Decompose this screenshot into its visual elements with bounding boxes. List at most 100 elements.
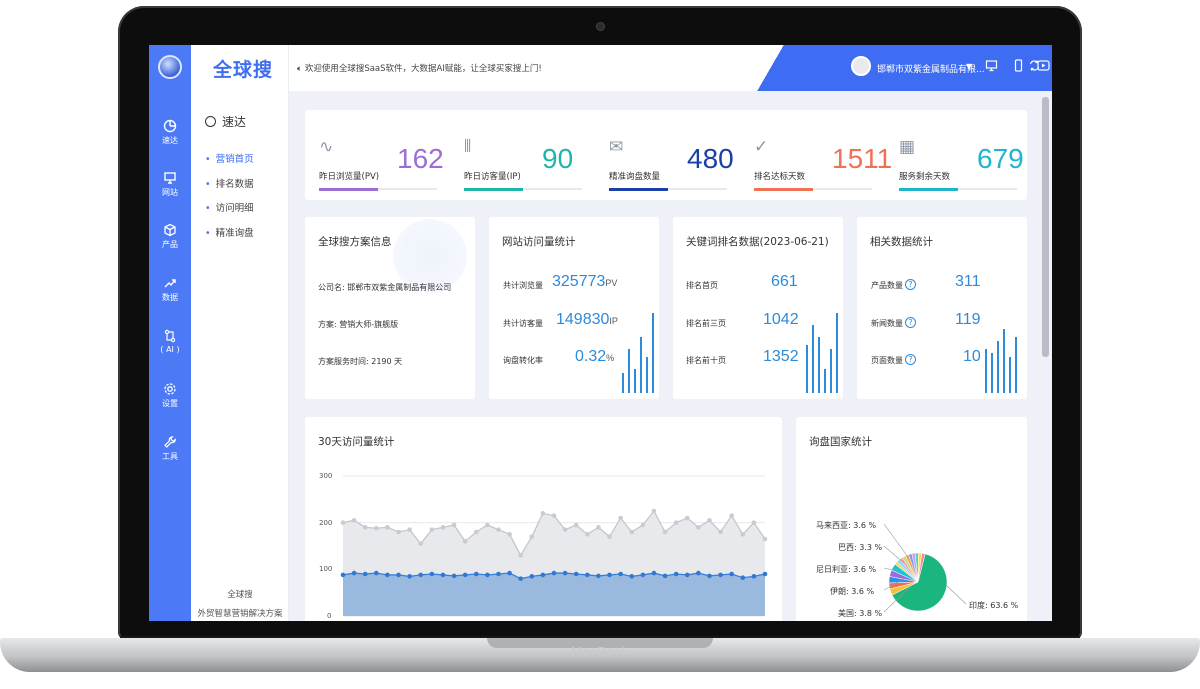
data-point[interactable] [751, 574, 757, 579]
data-point[interactable] [540, 572, 546, 578]
data-point[interactable] [551, 570, 557, 576]
data-point[interactable] [684, 515, 690, 521]
data-point[interactable] [585, 572, 590, 578]
data-point[interactable] [596, 525, 601, 530]
data-point[interactable] [551, 513, 557, 518]
rail-item-product[interactable]: 产品 [149, 223, 191, 250]
rail-item-settings[interactable]: 设置 [149, 382, 191, 409]
help-icon[interactable]: ? [905, 354, 916, 365]
data-point[interactable] [651, 508, 657, 514]
help-icon[interactable]: ? [905, 279, 916, 290]
data-point[interactable] [374, 525, 379, 531]
data-point[interactable] [618, 571, 623, 577]
laptop-frame: MacBook 速达 网站 产品 数据 ( AI ) 设置 工具 全球搜 速达 … [0, 0, 1200, 689]
data-point[interactable] [473, 529, 479, 535]
data-point[interactable] [684, 572, 690, 578]
help-icon[interactable]: ? [905, 317, 916, 328]
data-point[interactable] [429, 527, 435, 532]
avatar[interactable] [851, 56, 871, 76]
data-point[interactable] [496, 571, 501, 577]
data-point[interactable] [640, 572, 646, 578]
data-point[interactable] [729, 513, 734, 518]
data-point[interactable] [651, 570, 657, 576]
data-point[interactable] [696, 570, 701, 576]
data-point[interactable] [440, 525, 446, 530]
monitor-icon[interactable] [984, 59, 998, 73]
mini-bar [634, 369, 636, 393]
scrollbar[interactable] [1042, 97, 1049, 357]
data-point[interactable] [462, 539, 468, 544]
data-point[interactable] [762, 571, 768, 577]
data-point[interactable] [640, 522, 646, 528]
data-point[interactable] [351, 570, 357, 576]
data-point[interactable] [362, 571, 368, 577]
data-point[interactable] [418, 572, 424, 578]
data-point[interactable] [529, 534, 535, 539]
data-point[interactable] [607, 572, 612, 578]
data-point[interactable] [440, 572, 446, 578]
data-point[interactable] [562, 527, 568, 532]
data-point[interactable] [518, 576, 523, 581]
data-point[interactable] [573, 522, 579, 528]
data-point[interactable] [507, 532, 512, 537]
data-point[interactable] [351, 518, 357, 523]
data-point[interactable] [507, 570, 512, 576]
data-point[interactable] [496, 527, 501, 532]
data-point[interactable] [418, 541, 424, 546]
data-point[interactable] [340, 520, 346, 525]
data-point[interactable] [662, 529, 668, 535]
data-point[interactable] [462, 572, 468, 578]
subnav-item-ranking[interactable]: 排名数据 [205, 176, 254, 190]
chevron-down-icon[interactable]: ▼ [966, 62, 972, 71]
rail-item-ai[interactable]: ( AI ) [149, 329, 191, 354]
data-point[interactable] [596, 573, 601, 579]
data-point[interactable] [729, 571, 734, 577]
data-point[interactable] [718, 572, 723, 578]
data-point[interactable] [374, 570, 379, 576]
data-point[interactable] [451, 522, 457, 528]
rail-item-tools[interactable]: 工具 [149, 435, 191, 462]
data-point[interactable] [429, 571, 435, 577]
subnav-item-inquiry[interactable]: 精准询盘 [205, 225, 254, 239]
data-point[interactable] [473, 571, 479, 577]
phone-icon[interactable] [1011, 59, 1025, 73]
rail-item-website[interactable]: 网站 [149, 171, 191, 198]
data-point[interactable] [518, 553, 523, 558]
data-point[interactable] [707, 573, 712, 579]
data-point[interactable] [629, 529, 635, 535]
data-point[interactable] [762, 536, 768, 542]
data-point[interactable] [618, 515, 623, 521]
data-point[interactable] [362, 525, 368, 530]
rail-item-data[interactable]: 数据 [149, 276, 191, 303]
rail-item-suda[interactable]: 速达 [149, 119, 191, 146]
data-point[interactable] [740, 532, 746, 537]
data-point[interactable] [740, 575, 746, 581]
data-point[interactable] [629, 574, 635, 579]
data-point[interactable] [573, 571, 579, 577]
data-point[interactable] [451, 573, 457, 579]
data-point[interactable] [673, 520, 679, 525]
refresh-icon[interactable] [1027, 59, 1041, 73]
data-point[interactable] [585, 532, 590, 537]
subnav-item-visits[interactable]: 访问明细 [205, 200, 254, 214]
data-point[interactable] [385, 572, 390, 578]
data-point[interactable] [540, 511, 546, 516]
data-point[interactable] [673, 571, 679, 577]
data-point[interactable] [340, 572, 346, 578]
data-point[interactable] [396, 529, 401, 535]
data-point[interactable] [485, 522, 490, 528]
data-point[interactable] [385, 525, 390, 530]
data-point[interactable] [707, 518, 712, 523]
data-point[interactable] [662, 573, 668, 579]
data-point[interactable] [407, 527, 412, 532]
data-point[interactable] [751, 520, 757, 525]
data-point[interactable] [607, 534, 612, 539]
data-point[interactable] [562, 570, 568, 576]
data-point[interactable] [718, 529, 723, 535]
data-point[interactable] [396, 572, 401, 578]
data-point[interactable] [407, 574, 412, 579]
subnav-item-home[interactable]: 营销首页 [205, 151, 254, 165]
data-point[interactable] [696, 525, 701, 530]
data-point[interactable] [529, 574, 535, 579]
data-point[interactable] [485, 572, 490, 578]
